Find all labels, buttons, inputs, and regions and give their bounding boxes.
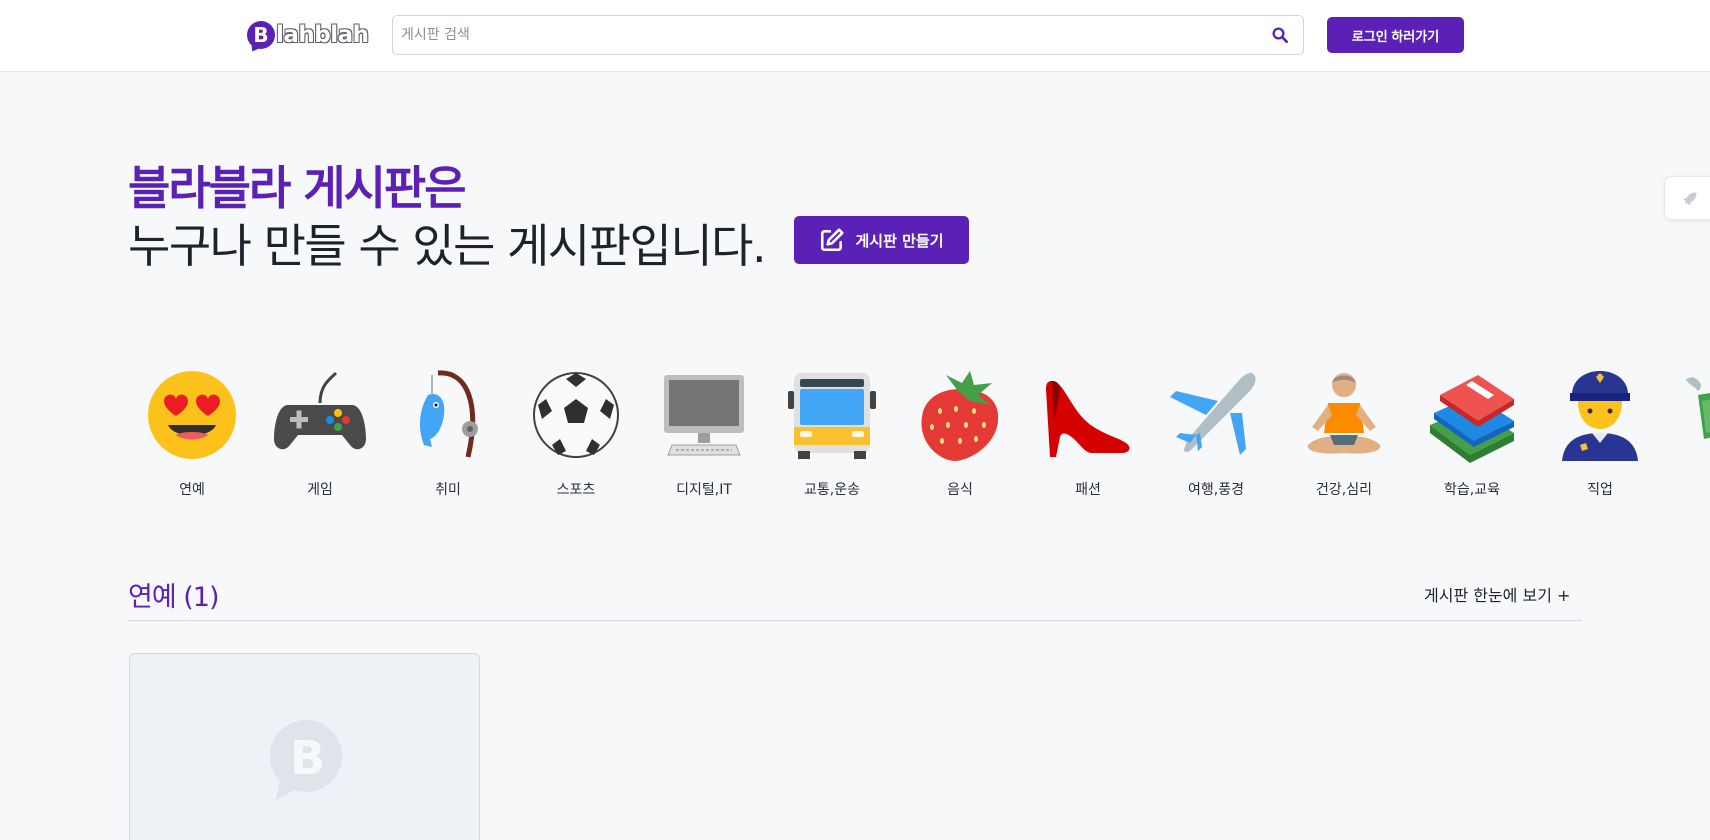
fishing-rod-icon (420, 370, 478, 458)
high-heel-icon (1046, 381, 1130, 457)
category-item[interactable]: 교통,운송 (768, 365, 896, 505)
edit-icon (821, 228, 845, 252)
section-divider (128, 620, 1582, 621)
category-label: 교통,운송 (804, 482, 860, 498)
heart-eyes-face-icon (148, 371, 236, 459)
search-input[interactable] (401, 16, 1251, 54)
books-icon (1430, 375, 1514, 463)
category-label: 게임 (307, 482, 333, 498)
category-item[interactable]: 취미 (384, 365, 512, 505)
category-item[interactable]: 연예 (128, 365, 256, 505)
category-label: 디지털,IT (676, 482, 732, 498)
airplane-icon (1170, 372, 1256, 455)
strawberry-icon (921, 371, 999, 461)
category-item[interactable]: 직업 (1536, 365, 1664, 505)
view-all-boards-link[interactable]: 게시판 한눈에 보기 + (1424, 582, 1570, 606)
bus-icon (788, 373, 876, 459)
game-controller-icon (274, 371, 366, 450)
money-icon: $ (1686, 377, 1710, 439)
search-icon[interactable] (1271, 26, 1289, 44)
search-bar (392, 15, 1304, 55)
category-item[interactable]: 건강,심리 (1280, 365, 1408, 505)
category-label: 직업 (1587, 482, 1613, 498)
category-item[interactable]: 여행,풍경 (1152, 365, 1280, 505)
category-label: 여행,풍경 (1188, 482, 1244, 498)
blahblah-logo[interactable]: B lahblah (247, 20, 369, 50)
category-label: 취미 (435, 482, 461, 498)
logo-text: lahblah (276, 22, 369, 48)
login-button[interactable]: 로그인 하러가기 (1327, 17, 1464, 53)
category-item[interactable]: $ 금융 (1664, 365, 1710, 505)
hero-title: 블라블라 게시판은 (128, 161, 467, 215)
top-header: B lahblah 로그인 하러가기 (0, 0, 1710, 72)
category-list: 연예 게임 취미 스포츠 디지털,IT 교통,운송 음식 패션 여행,풍경 건강… (128, 365, 1710, 505)
floating-side-widget[interactable] (1664, 176, 1710, 220)
board-placeholder-icon: B (270, 720, 342, 800)
category-label: 패션 (1075, 482, 1101, 498)
category-item[interactable]: 게임 (256, 365, 384, 505)
create-board-label: 게시판 만들기 (855, 231, 944, 250)
category-item[interactable]: 음식 (896, 365, 1024, 505)
board-card[interactable]: B (129, 653, 480, 840)
category-item[interactable]: 학습,교육 (1408, 365, 1536, 505)
police-officer-icon (1562, 371, 1638, 461)
category-label: 스포츠 (556, 482, 596, 498)
category-label: 연예 (179, 482, 205, 498)
soccer-ball-icon (533, 372, 619, 458)
svg-text:B: B (290, 731, 325, 785)
category-label: 금융 (1664, 479, 1710, 499)
rocket-icon (1683, 192, 1697, 206)
category-item[interactable]: 패션 (1024, 365, 1152, 505)
create-board-button[interactable]: 게시판 만들기 (794, 216, 969, 264)
category-item[interactable]: 스포츠 (512, 365, 640, 505)
section-title: 연예 (1) (128, 582, 220, 613)
logo-mark: B (247, 21, 275, 49)
meditation-icon (1307, 373, 1381, 454)
category-label: 학습,교육 (1444, 482, 1500, 498)
category-label: 음식 (947, 482, 973, 498)
category-label: 건강,심리 (1316, 482, 1372, 498)
desktop-computer-icon (664, 375, 744, 456)
category-item[interactable]: 디지털,IT (640, 365, 768, 505)
hero-subtitle: 누구나 만들 수 있는 게시판입니다. (128, 219, 767, 273)
